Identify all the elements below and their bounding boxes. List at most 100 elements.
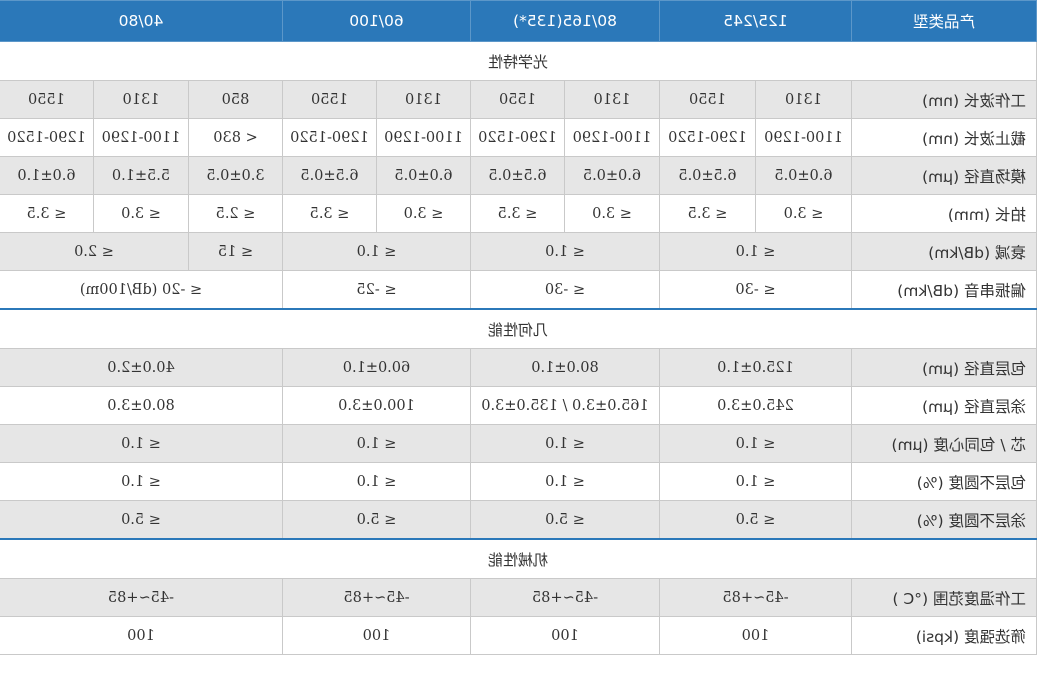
row-mfd: 模场直径 (μm) 6.0±0.5 6.5±0.5 6.0±0.5 6.5±0.…: [0, 156, 1037, 195]
cell: 245.0±3.0: [659, 386, 852, 425]
header-80-165: 80/165(135*): [470, 0, 660, 42]
cell: ≤ 2.0: [0, 232, 189, 271]
row-label-wavelength: 工作波长 (nm): [851, 80, 1037, 119]
cell: 1290-1520: [470, 118, 565, 157]
cell: 80.0±1.0: [470, 348, 660, 387]
cell: ≤ 1.0: [659, 424, 852, 463]
row-label-crosstalk: 偏振串音 (dB/km): [851, 270, 1037, 309]
cell: 1310: [376, 80, 471, 119]
cell: 6.5±0.5: [659, 156, 756, 195]
cell: ≤ 3.0: [376, 194, 471, 233]
cell: ≤ 3.5: [659, 194, 756, 233]
cell: 1290-1520: [659, 118, 756, 157]
section-geometry-row: 几何性能: [0, 309, 1037, 349]
cell: ≤ 2.5: [188, 194, 283, 233]
cell: 1550: [470, 80, 565, 119]
cell: ≤ -30: [659, 270, 852, 309]
cell: ≤ 1.0: [0, 424, 283, 463]
row-label-concentricity: 芯 / 包同心度 (μm): [851, 424, 1037, 463]
row-coating-noncircularity: 涂层不圆度 (%) ≤ 5.0 ≤ 5.0 ≤ 5.0 ≤ 5.0: [0, 500, 1037, 539]
row-operating-temperature: 工作温度范围 (°C ) -45~+85 -45~+85 -45~+85 -45…: [0, 578, 1037, 617]
row-label-cutoff: 截止波长 (nm): [851, 118, 1037, 157]
section-geometry-title: 几何性能: [0, 309, 1037, 349]
cell: 6.5±0.5: [282, 156, 377, 195]
row-label-cladding-diameter: 包层直径 (μm): [851, 348, 1037, 387]
cell: 125.0±1.0: [659, 348, 852, 387]
cell: 60.0±1.0: [282, 348, 471, 387]
cell: ≤ 1.0: [659, 232, 852, 271]
cell: ≤ -30: [470, 270, 660, 309]
mirrored-spec-table: 产品类型 125/245 80/165(135*) 60/100 40/80 光…: [0, 0, 1037, 689]
cell: 6.0±1.0: [0, 156, 94, 195]
row-attenuation: 衰减 (dB/km) ≤ 1.0 ≤ 1.0 ≤ 1.0 ≤ 15 ≤ 2.0: [0, 232, 1037, 271]
cell: 1550: [659, 80, 756, 119]
cell: ≤ 3.5: [0, 194, 94, 233]
cell: ≤ 3.5: [470, 194, 565, 233]
row-cutoff: 截止波长 (nm) 1100-1290 1290-1520 1100-1290 …: [0, 118, 1037, 157]
cell: 165.0±3.0 / 135.0±3.0: [470, 386, 660, 425]
cell: ≤ 15: [188, 232, 283, 271]
row-beat-length: 拍长 (mm) ≤ 3.0 ≤ 3.5 ≤ 3.0 ≤ 3.5 ≤ 3.0 ≤ …: [0, 194, 1037, 233]
cell: -45~+85: [659, 578, 852, 617]
row-cladding-noncircularity: 包层不圆度 (%) ≤ 1.0 ≤ 1.0 ≤ 1.0 ≤ 1.0: [0, 462, 1037, 501]
cell: 6.0±0.5: [755, 156, 852, 195]
row-label-coating-noncircularity: 涂层不圆度 (%): [851, 500, 1037, 539]
cell: -45~+85: [470, 578, 660, 617]
section-optical-title: 光学特性: [0, 41, 1037, 81]
cell: 1290-1520: [282, 118, 377, 157]
cell: 1550: [0, 80, 94, 119]
cell: 100: [659, 616, 852, 655]
cell: 1310: [755, 80, 852, 119]
row-label-operating-temperature: 工作温度范围 (°C ): [851, 578, 1037, 617]
cell: 6.0±0.5: [376, 156, 471, 195]
cell: 100: [0, 616, 283, 655]
cell: ≤ 1.0: [470, 462, 660, 501]
cell: 1290-1520: [0, 118, 94, 157]
section-mechanical-row: 机械性能: [0, 539, 1037, 579]
cell: ≤ 1.0: [659, 462, 852, 501]
cell: ≤ 5.0: [282, 500, 471, 539]
section-mechanical-title: 机械性能: [0, 539, 1037, 579]
cell: ≤ 5.0: [470, 500, 660, 539]
cell: ≤ 5.0: [0, 500, 283, 539]
row-wavelength: 工作波长 (nm) 1310 1550 1310 1550 1310 1550 …: [0, 80, 1037, 119]
cell: ≤ 1.0: [470, 424, 660, 463]
row-label-proof-test: 筛选强度 (kpsi): [851, 616, 1037, 655]
row-crosstalk: 偏振串音 (dB/km) ≤ -30 ≤ -30 ≤ -25 ≤ -20 (dB…: [0, 270, 1037, 309]
cell: 80.0±3.0: [0, 386, 283, 425]
row-coating-diameter: 涂层直径 (μm) 245.0±3.0 165.0±3.0 / 135.0±3.…: [0, 386, 1037, 425]
cell: -45~+85: [282, 578, 471, 617]
cell: ≤ 5.0: [659, 500, 852, 539]
cell: 1100-1290: [93, 118, 189, 157]
cell: ≤ 3.0: [564, 194, 660, 233]
cell: 1100-1290: [376, 118, 471, 157]
header-60-100: 60/100: [282, 0, 471, 42]
cell: 1100-1290: [564, 118, 660, 157]
row-label-beat-length: 拍长 (mm): [851, 194, 1037, 233]
cell: 6.0±0.5: [564, 156, 660, 195]
row-label-coating-diameter: 涂层直径 (μm): [851, 386, 1037, 425]
row-proof-test: 筛选强度 (kpsi) 100 100 100 100: [0, 616, 1037, 655]
header-product-type: 产品类型: [851, 0, 1037, 42]
cell: 40.0±2.0: [0, 348, 283, 387]
cell: -45~+85: [0, 578, 283, 617]
row-cladding-diameter: 包层直径 (μm) 125.0±1.0 80.0±1.0 60.0±1.0 40…: [0, 348, 1037, 387]
cell: ≤ 1.0: [282, 462, 471, 501]
cell: 3.0±0.5: [188, 156, 283, 195]
header-125-245: 125/245: [659, 0, 852, 42]
cell: < 830: [188, 118, 283, 157]
cell: 1310: [93, 80, 189, 119]
row-concentricity: 芯 / 包同心度 (μm) ≤ 1.0 ≤ 1.0 ≤ 1.0 ≤ 1.0: [0, 424, 1037, 463]
cell: ≤ 1.0: [282, 232, 471, 271]
row-label-attenuation: 衰减 (dB/km): [851, 232, 1037, 271]
cell: ≤ 3.0: [93, 194, 189, 233]
cell: ≤ 3.0: [755, 194, 852, 233]
row-label-mfd: 模场直径 (μm): [851, 156, 1037, 195]
cell: ≤ 1.0: [282, 424, 471, 463]
cell: ≤ 1.0: [0, 462, 283, 501]
cell: 1100-1290: [755, 118, 852, 157]
cell: 100.0±3.0: [282, 386, 471, 425]
row-label-cladding-noncircularity: 包层不圆度 (%): [851, 462, 1037, 501]
cell: ≤ -20 (dB/100m): [0, 270, 283, 309]
cell: 1550: [282, 80, 377, 119]
